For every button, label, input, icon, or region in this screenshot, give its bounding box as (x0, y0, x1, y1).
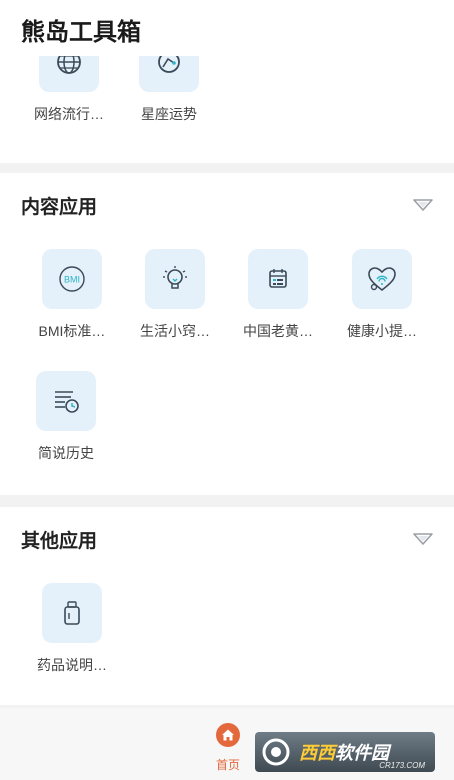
tool-tile (145, 249, 205, 309)
heart-stethoscope-icon (368, 267, 396, 292)
tool-tile (42, 583, 102, 643)
tool-brief-history[interactable]: 简说历史 (21, 371, 111, 463)
history-list-icon (55, 391, 79, 413)
tool-label: 网络流行… (34, 106, 104, 122)
tool-drug-instructions[interactable]: 药品说明… (27, 583, 117, 675)
top-tools-section: 网络流行… 星座运势 (0, 32, 454, 163)
tool-life-tips[interactable]: 生活小窍… (130, 249, 220, 341)
collapse-triangle-icon[interactable] (413, 532, 433, 546)
tool-tile: BMI (42, 249, 102, 309)
tool-health-tips[interactable]: 健康小提… (337, 249, 427, 341)
other-apps-section: 其他应用 药品说明… (0, 507, 454, 705)
watermark-logo: 西西软件园 CR173.COM (255, 732, 435, 772)
calendar-icon (269, 269, 287, 288)
lightbulb-icon (163, 266, 187, 289)
tool-label: 中国老黄… (243, 323, 313, 339)
home-icon (216, 723, 240, 747)
bmi-icon: BMI (59, 266, 85, 292)
tool-label: 星座运势 (141, 106, 197, 122)
nav-home-tab[interactable]: 首页 (208, 722, 248, 773)
medicine-bottle-icon (64, 601, 80, 625)
section-title: 其他应用 (21, 531, 98, 552)
tool-label: 生活小窍… (140, 323, 210, 339)
tool-label: 简说历史 (38, 445, 94, 461)
tool-tile (248, 249, 308, 309)
collapse-triangle-icon[interactable] (413, 198, 433, 212)
tool-label: BMI标准… (38, 323, 106, 339)
tool-label: 药品说明… (37, 657, 107, 673)
watermark-text: 西西软件园 (299, 743, 389, 763)
tool-bmi[interactable]: BMI BMI标准… (27, 249, 117, 341)
tool-tile (352, 249, 412, 309)
watermark-url: CR173.COM (379, 761, 425, 770)
content-apps-section: 内容应用 BMI BMI标准… 生活小窍… 中国老黄… 健康小提… 简说历史 (0, 173, 454, 495)
svg-text:BMI: BMI (64, 275, 80, 285)
tool-label: 健康小提… (347, 323, 417, 339)
bottom-nav: 首页 西西软件园 CR173.COM (0, 708, 454, 780)
app-title: 熊岛工具箱 (21, 19, 141, 46)
tool-tile (36, 371, 96, 431)
section-title: 内容应用 (21, 197, 98, 218)
tool-almanac[interactable]: 中国老黄… (233, 249, 323, 341)
app-header: 熊岛工具箱 (0, 0, 454, 56)
watermark-emblem-icon (262, 738, 290, 766)
nav-home-label: 首页 (215, 758, 240, 772)
